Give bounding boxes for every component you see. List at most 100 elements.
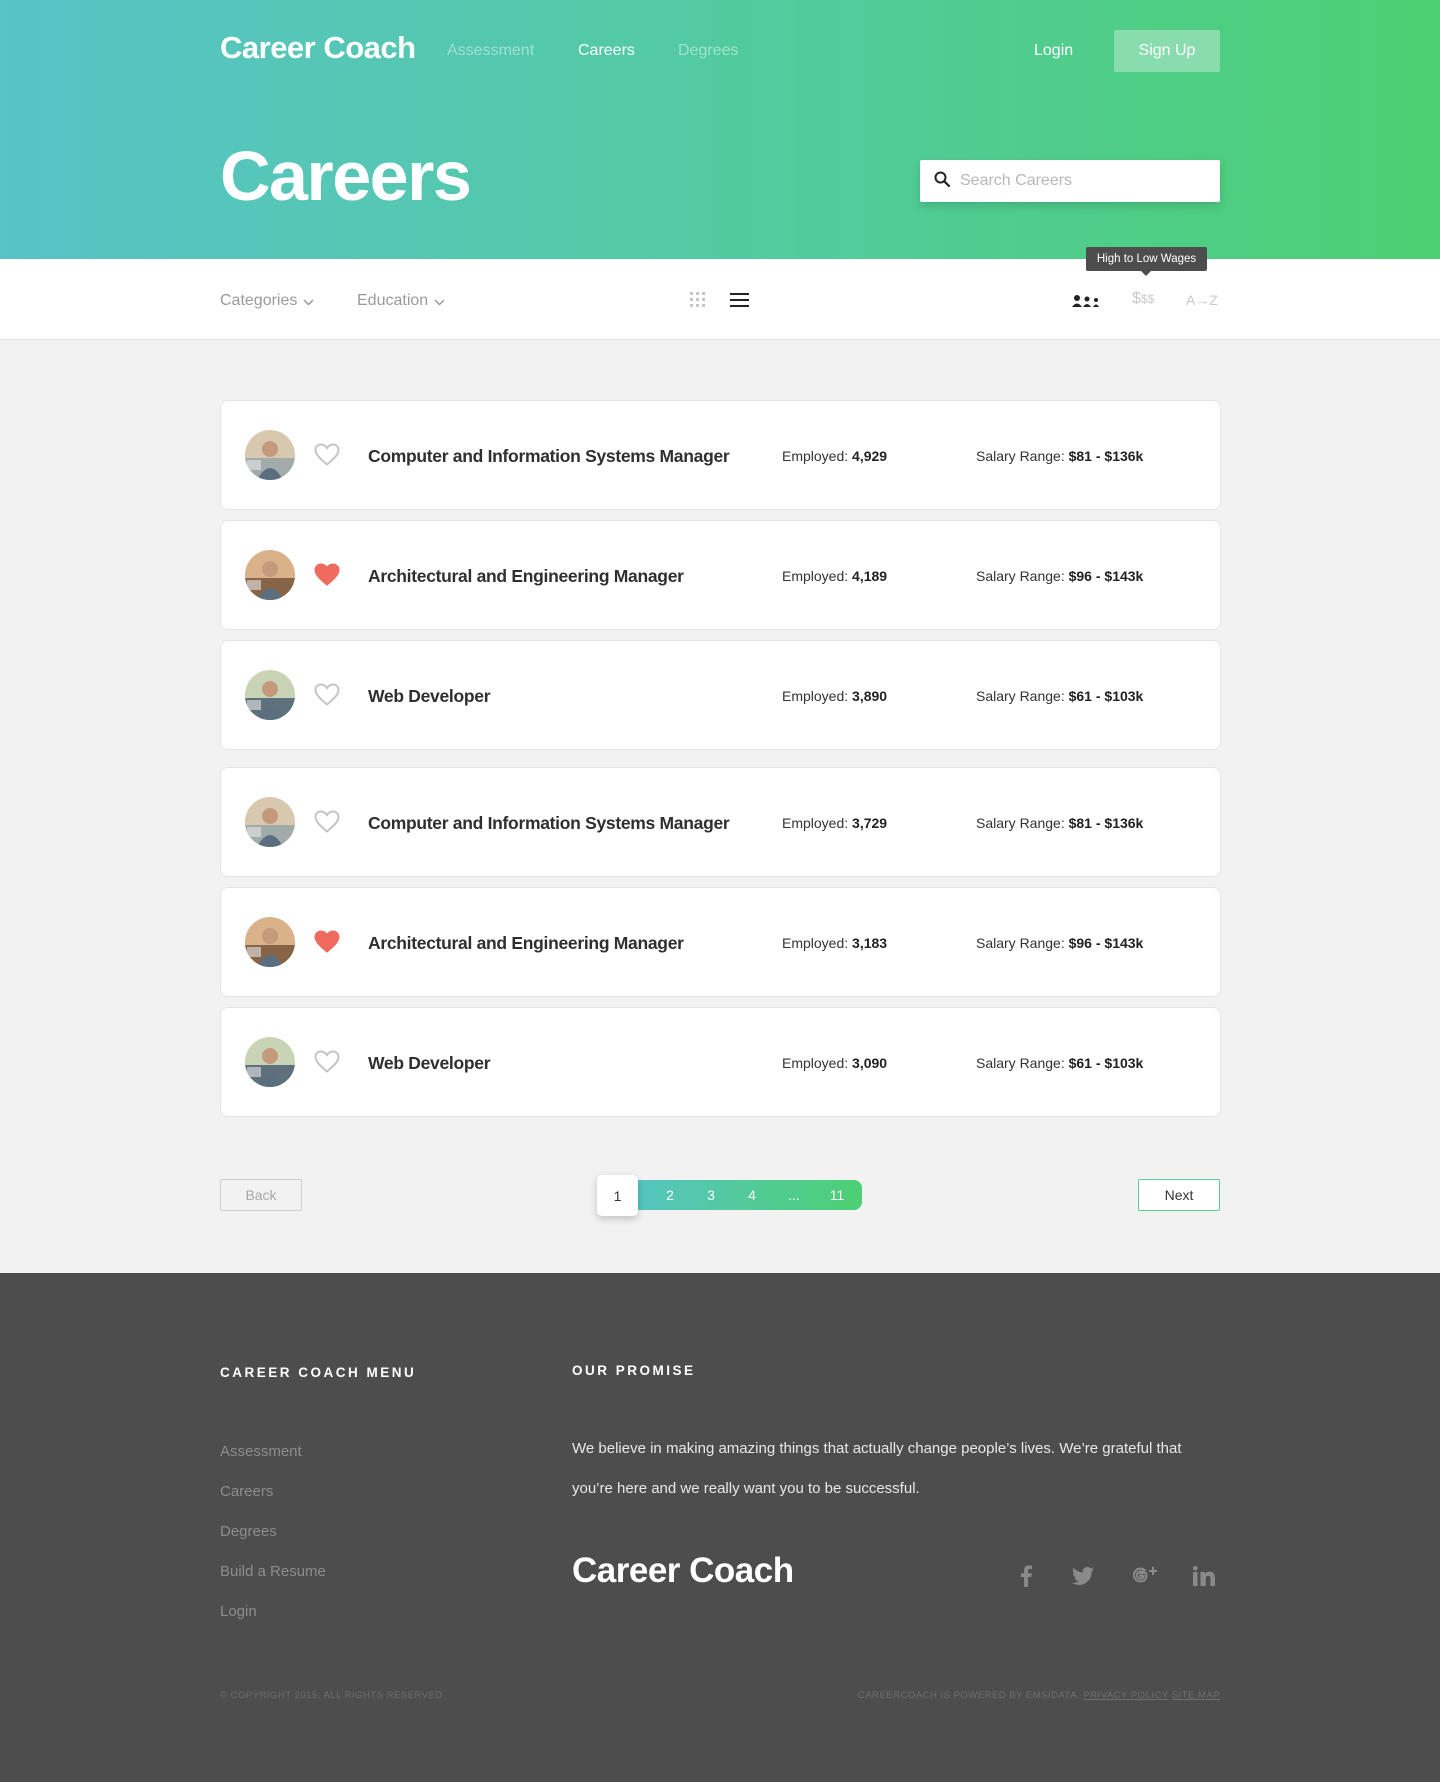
search-box: [920, 160, 1220, 202]
nav-assessment[interactable]: Assessment: [447, 42, 534, 60]
salary-value: $96 - $143k: [1068, 568, 1144, 584]
copyright-text: © COPYRIGHT 2015. ALL RIGHTS RESERVED: [220, 1690, 443, 1701]
next-button[interactable]: Next: [1138, 1179, 1220, 1211]
hero-header: Career Coach Assessment Careers Degrees …: [0, 0, 1440, 259]
powered-by: CAREERCOACH IS POWERED BY EMSIDATA. PRIV…: [858, 1690, 1220, 1701]
salary-value: $61 - $103k: [1068, 1055, 1144, 1071]
salary-value: $81 - $136k: [1068, 815, 1144, 831]
career-title[interactable]: Computer and Information Systems Manager: [368, 446, 730, 467]
footer-logo: Career Coach: [572, 1551, 794, 1590]
signup-button[interactable]: Sign Up: [1114, 30, 1220, 72]
employed-value: 3,090: [852, 1055, 888, 1071]
page-ellipsis: ...: [788, 1187, 800, 1203]
employed-label: Employed:: [782, 815, 849, 831]
twitter-icon[interactable]: [1072, 1567, 1094, 1590]
career-avatar: [245, 797, 295, 847]
heart-filled-icon[interactable]: [314, 930, 340, 958]
employed-count: Employed: 4,189: [782, 568, 887, 584]
chevron-down-icon: [303, 298, 314, 306]
facebook-icon[interactable]: [1019, 1565, 1033, 1592]
linkedin-icon[interactable]: [1193, 1566, 1215, 1591]
heart-outline-icon[interactable]: [314, 810, 340, 838]
heart-outline-icon[interactable]: [314, 443, 340, 471]
search-icon: [934, 171, 951, 192]
footer-link-assessment[interactable]: Assessment: [220, 1443, 302, 1460]
career-card[interactable]: Architectural and Engineering Manager Em…: [220, 887, 1221, 997]
career-card[interactable]: Web Developer Employed: 3,890 Salary Ran…: [220, 640, 1221, 750]
site-map-link[interactable]: SITE MAP: [1172, 1690, 1220, 1701]
career-card[interactable]: Computer and Information Systems Manager…: [220, 400, 1221, 510]
heart-outline-icon[interactable]: [314, 683, 340, 711]
footer: CAREER COACH MENU Assessment Careers Deg…: [0, 1273, 1440, 1782]
footer-promise-heading: OUR PROMISE: [572, 1363, 696, 1378]
employed-count: Employed: 3,890: [782, 688, 887, 704]
privacy-policy-link[interactable]: PRIVACY POLICY: [1083, 1690, 1168, 1701]
categories-dropdown[interactable]: Categories: [220, 292, 314, 310]
career-avatar: [245, 550, 295, 600]
employed-value: 3,729: [852, 815, 888, 831]
footer-link-careers[interactable]: Careers: [220, 1483, 273, 1500]
salary-label: Salary Range:: [976, 1055, 1065, 1071]
salary-label: Salary Range:: [976, 815, 1065, 831]
search-input[interactable]: [960, 172, 1200, 190]
google-plus-icon[interactable]: [1132, 1564, 1157, 1591]
employed-label: Employed:: [782, 448, 849, 464]
career-card[interactable]: Computer and Information Systems Manager…: [220, 767, 1221, 877]
heart-filled-icon[interactable]: [314, 563, 340, 591]
education-dropdown[interactable]: Education: [357, 292, 445, 310]
promise-text-line2: you’re here and we really want you to be…: [572, 1480, 920, 1497]
employed-label: Employed:: [782, 568, 849, 584]
career-avatar: [245, 670, 295, 720]
sort-employed-icon[interactable]: [1072, 294, 1101, 312]
employed-count: Employed: 3,729: [782, 815, 887, 831]
salary-range: Salary Range: $81 - $136k: [976, 448, 1143, 464]
nav-degrees[interactable]: Degrees: [678, 42, 738, 60]
footer-link-login[interactable]: Login: [220, 1603, 257, 1620]
powered-by-text: CAREERCOACH IS POWERED BY EMSIDATA.: [857, 1690, 1081, 1701]
salary-range: Salary Range: $81 - $136k: [976, 815, 1143, 831]
employed-label: Employed:: [782, 935, 849, 951]
employed-count: Employed: 3,183: [782, 935, 887, 951]
page-2[interactable]: 2: [650, 1180, 690, 1210]
page-11[interactable]: 11: [817, 1180, 857, 1210]
career-title[interactable]: Web Developer: [368, 686, 491, 707]
salary-value: $96 - $143k: [1068, 935, 1144, 951]
career-title[interactable]: Architectural and Engineering Manager: [368, 933, 684, 954]
salary-label: Salary Range:: [976, 568, 1065, 584]
career-title[interactable]: Computer and Information Systems Manager: [368, 813, 730, 834]
career-title[interactable]: Web Developer: [368, 1053, 491, 1074]
back-button[interactable]: Back: [220, 1179, 302, 1211]
page-4[interactable]: 4: [732, 1180, 772, 1210]
salary-range: Salary Range: $96 - $143k: [976, 568, 1143, 584]
list-view-icon[interactable]: [730, 293, 749, 312]
sort-az-button[interactable]: A→Z: [1186, 292, 1218, 308]
page-3[interactable]: 3: [691, 1180, 731, 1210]
footer-link-degrees[interactable]: Degrees: [220, 1523, 277, 1540]
filter-bar: Categories Education $$$ A→Z: [0, 259, 1440, 340]
salary-value: $61 - $103k: [1068, 688, 1144, 704]
career-avatar: [245, 1037, 295, 1087]
logo[interactable]: Career Coach: [220, 30, 416, 66]
career-avatar: [245, 917, 295, 967]
grid-view-icon[interactable]: [690, 292, 706, 313]
salary-label: Salary Range:: [976, 935, 1065, 951]
career-title[interactable]: Architectural and Engineering Manager: [368, 566, 684, 587]
salary-label: Salary Range:: [976, 448, 1065, 464]
page-current[interactable]: 1: [597, 1175, 638, 1216]
employed-value: 3,890: [852, 688, 888, 704]
footer-menu-heading: CAREER COACH MENU: [220, 1365, 417, 1380]
heart-outline-icon[interactable]: [314, 1050, 340, 1078]
sort-wage-small: $$: [1140, 292, 1155, 306]
login-link[interactable]: Login: [1034, 42, 1073, 60]
sort-wage-button[interactable]: $$$: [1132, 290, 1154, 308]
education-label: Education: [357, 292, 429, 309]
footer-link-build-resume[interactable]: Build a Resume: [220, 1563, 326, 1580]
employed-value: 4,929: [852, 448, 888, 464]
salary-label: Salary Range:: [976, 688, 1065, 704]
career-card[interactable]: Architectural and Engineering Manager Em…: [220, 520, 1221, 630]
career-card[interactable]: Web Developer Employed: 3,090 Salary Ran…: [220, 1007, 1221, 1117]
salary-range: Salary Range: $61 - $103k: [976, 688, 1143, 704]
employed-label: Employed:: [782, 688, 849, 704]
nav-careers[interactable]: Careers: [578, 42, 635, 60]
employed-value: 4,189: [852, 568, 888, 584]
